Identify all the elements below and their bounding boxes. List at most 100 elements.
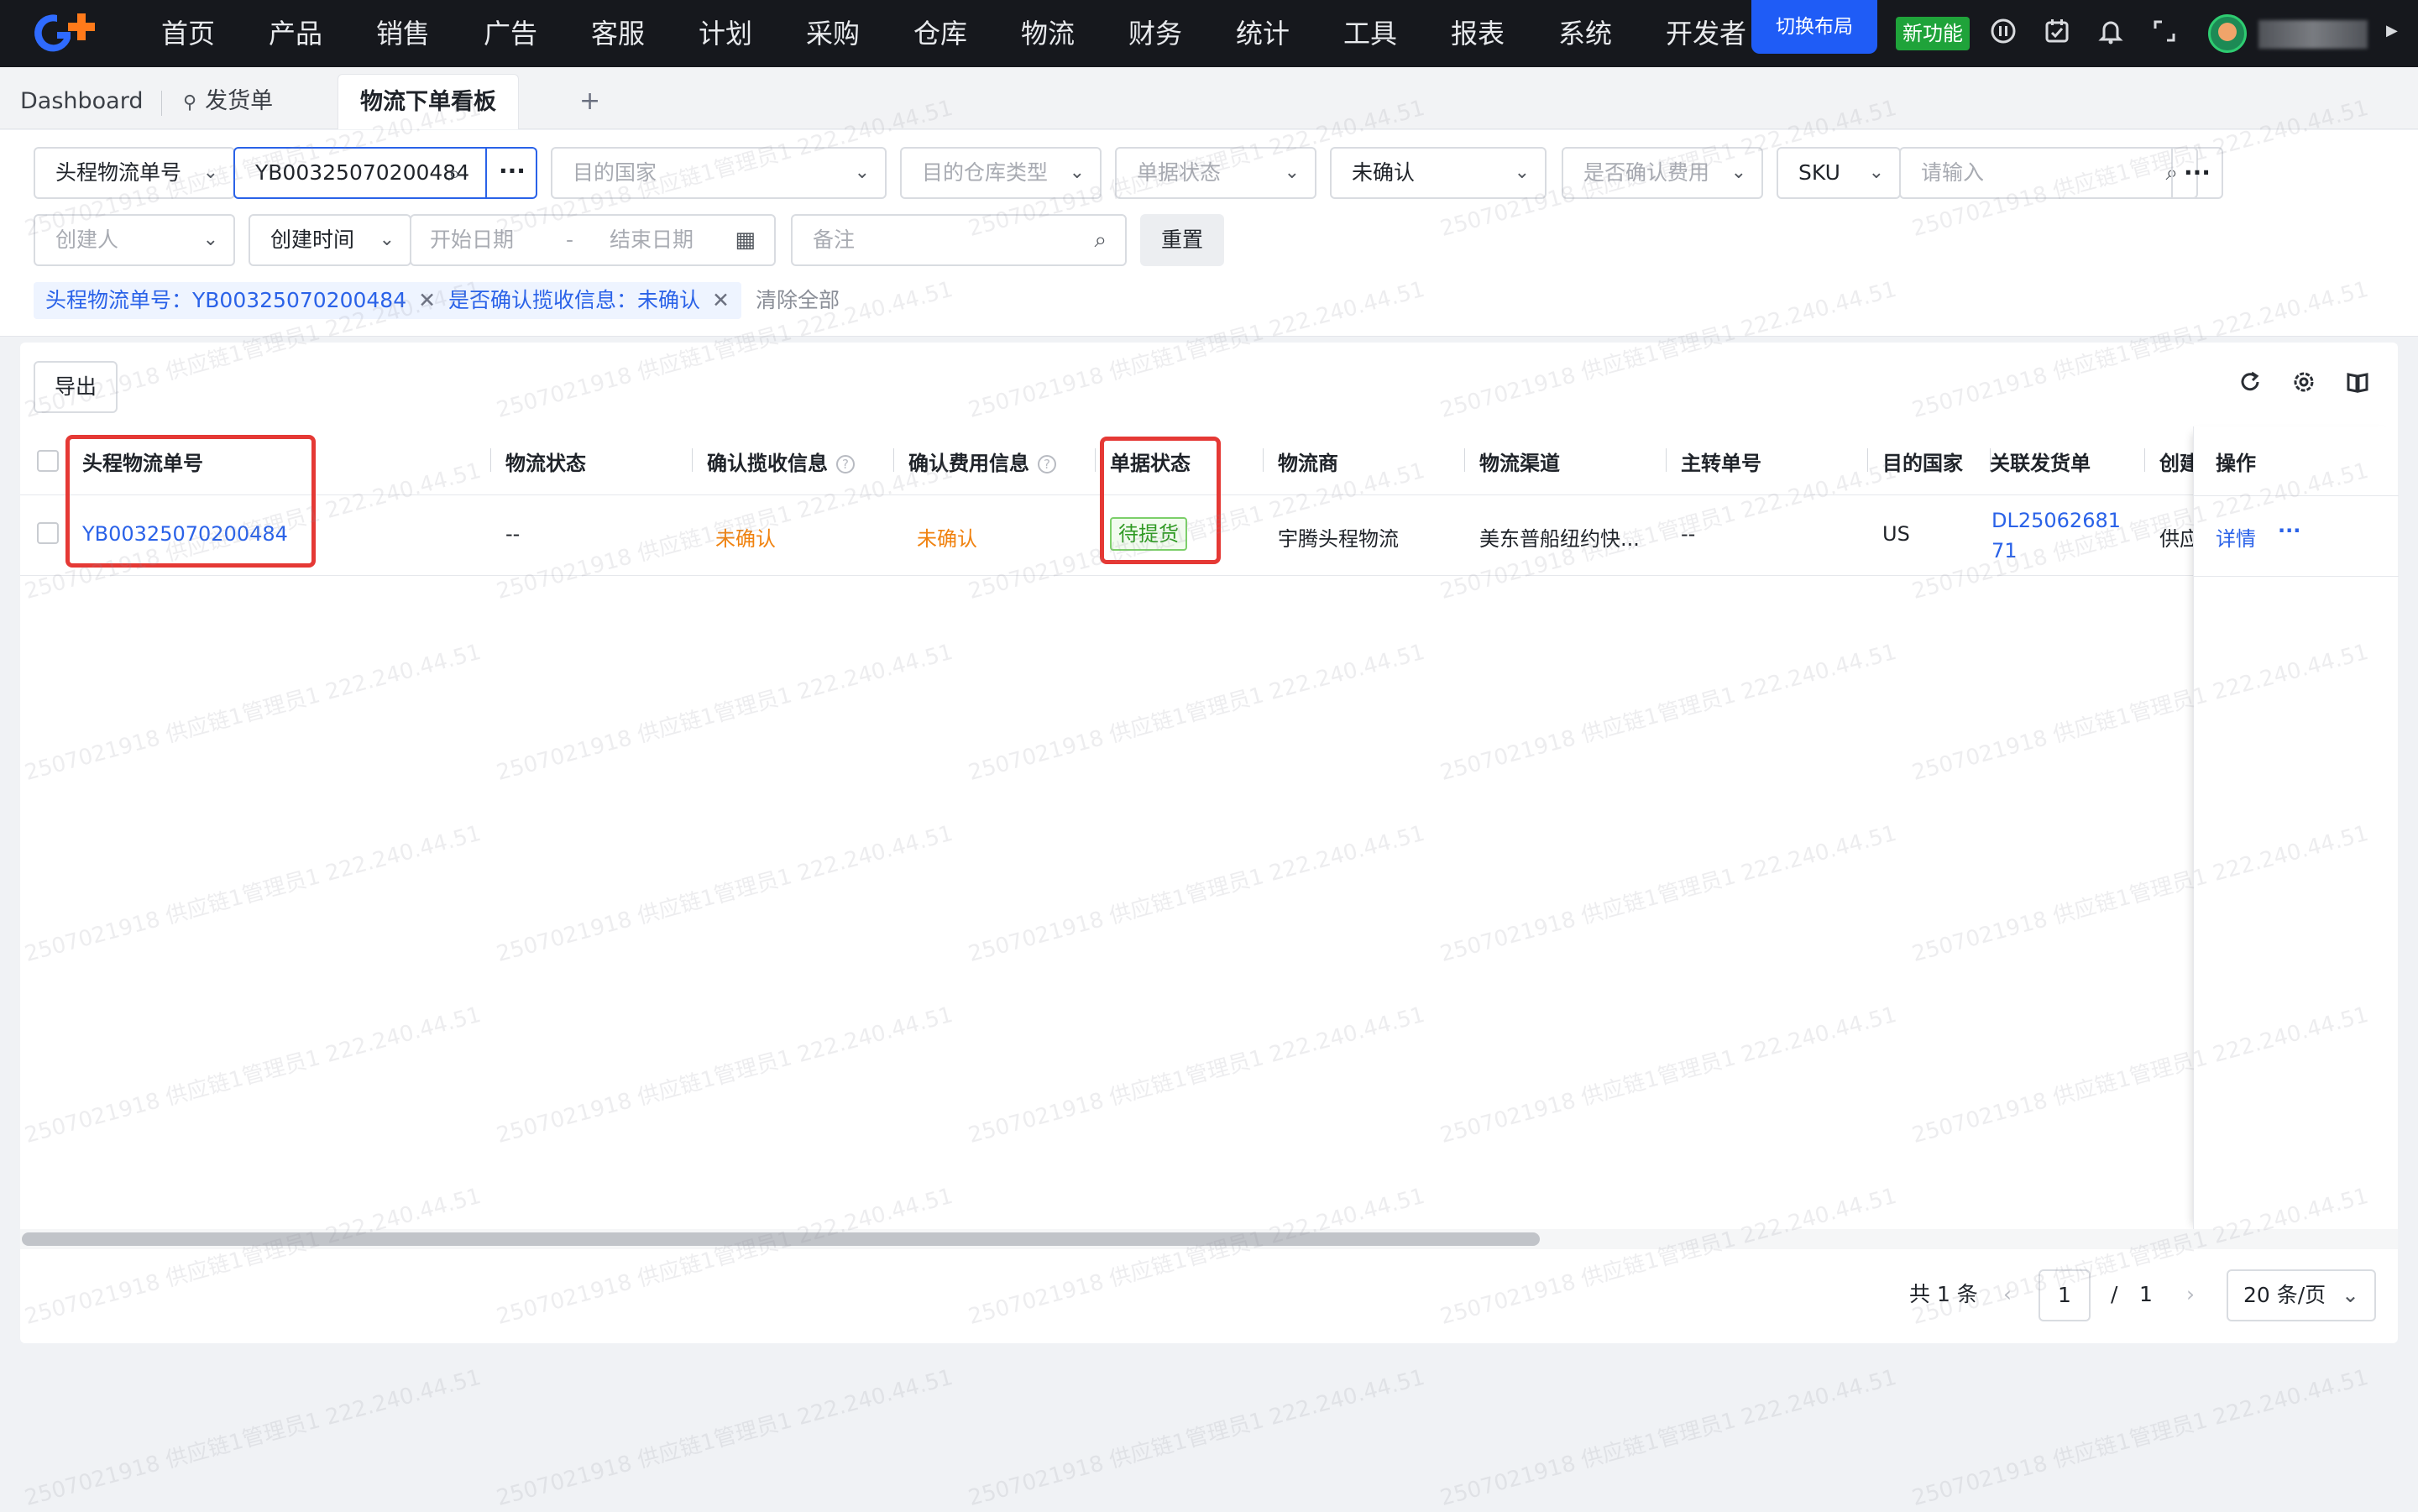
caret-right-icon[interactable]: ▶: [2386, 22, 2398, 39]
col-fee-confirm[interactable]: 确认费用信息?: [908, 447, 1056, 476]
sku-placeholder: 请输入: [1921, 160, 1985, 185]
tab-logistics-board[interactable]: 物流下单看板: [338, 74, 519, 129]
close-icon[interactable]: ✕: [418, 288, 436, 312]
sku-input[interactable]: 请输入 ⌕: [1899, 147, 2198, 199]
scrollbar-thumb[interactable]: [22, 1232, 1540, 1246]
nav-item-home[interactable]: 首页: [161, 17, 215, 50]
nav-item-reports[interactable]: 报表: [1451, 17, 1505, 50]
dest-country-placeholder: 目的国家: [573, 160, 657, 185]
tab-shipment-order[interactable]: ⚲ 发货单: [183, 74, 273, 129]
confirm-status-select[interactable]: 未确认 ⌄: [1330, 147, 1547, 199]
col-pickup-confirm[interactable]: 确认揽收信息?: [707, 447, 855, 476]
search-icon[interactable]: ⌕: [448, 149, 461, 198]
page-number-input[interactable]: 1: [2039, 1269, 2091, 1321]
nav-item-sales[interactable]: 销售: [376, 17, 430, 50]
switch-layout-button[interactable]: 切换布局: [1751, 0, 1877, 54]
active-filter-tag-label: 是否确认揽收信息：未确认: [448, 288, 701, 312]
reset-button[interactable]: 重置: [1140, 214, 1224, 266]
channel-cell: 美东普船纽约快...: [1479, 527, 1640, 551]
sku-type-select[interactable]: SKU ⌄: [1777, 147, 1901, 199]
nav-item-customer-service[interactable]: 客服: [591, 17, 645, 50]
close-icon[interactable]: ✕: [712, 288, 730, 312]
nav-item-warehouse[interactable]: 仓库: [913, 17, 967, 50]
end-date-placeholder[interactable]: 结束日期: [610, 216, 693, 264]
active-filter-tag-tracking: 头程物流单号：YB00325070200484 ✕: [34, 282, 448, 319]
sku-more-button[interactable]: ···: [2171, 147, 2223, 199]
nav-item-ads[interactable]: 广告: [484, 17, 537, 50]
row-checkbox[interactable]: [37, 522, 59, 544]
next-page-button[interactable]: ›: [2186, 1269, 2195, 1320]
user-avatar[interactable]: [2208, 14, 2247, 53]
remark-input[interactable]: 备注 ⌕: [791, 214, 1127, 266]
row-more-button[interactable]: ···: [2278, 519, 2300, 542]
creator-select[interactable]: 创建人 ⌄: [34, 214, 235, 266]
column-layout-icon[interactable]: [2341, 369, 2374, 403]
chevron-down-icon: ⌄: [854, 162, 870, 183]
nav-item-system[interactable]: 系统: [1558, 17, 1612, 50]
country-cell: US: [1882, 522, 1910, 546]
settings-icon[interactable]: [2287, 369, 2321, 403]
refresh-icon[interactable]: [2233, 369, 2267, 403]
clear-all-link[interactable]: 清除全部: [756, 282, 840, 319]
tab-dashboard[interactable]: Dashboard: [20, 74, 143, 129]
chevron-down-icon: ⌄: [1514, 162, 1530, 183]
col-creator[interactable]: 创建: [2159, 447, 2196, 476]
bell-icon[interactable]: [2094, 17, 2128, 50]
top-nav: 首页 产品 销售 广告 客服 计划 采购 仓库 物流 财务 统计 工具 报表 系…: [0, 0, 2418, 67]
shipment-link[interactable]: DL25062681 71: [1991, 505, 2121, 566]
column-divider: [893, 448, 894, 472]
col-logistics-status[interactable]: 物流状态: [505, 447, 586, 476]
highlight-box-status: [1100, 437, 1221, 564]
add-tab-button[interactable]: +: [579, 74, 600, 129]
doc-status-select[interactable]: 单据状态 ⌄: [1115, 147, 1316, 199]
page-size-select[interactable]: 20 条/页 ⌄: [2227, 1269, 2376, 1321]
total-count: 共 1 条: [1909, 1282, 1978, 1306]
fullscreen-icon[interactable]: [2148, 17, 2181, 50]
pickup-confirm-cell: 未确认: [715, 527, 776, 551]
col-carrier[interactable]: 物流商: [1278, 447, 1338, 476]
nav-item-developer[interactable]: 开发者: [1666, 17, 1746, 50]
app-logo[interactable]: [29, 10, 109, 57]
search-icon[interactable]: ⌕: [1094, 216, 1107, 264]
help-icon[interactable]: ?: [836, 455, 855, 473]
tracking-more-button[interactable]: ···: [485, 147, 537, 199]
date-type-select[interactable]: 创建时间 ⌄: [249, 214, 411, 266]
nav-item-tools[interactable]: 工具: [1343, 17, 1397, 50]
calendar-icon[interactable]: ▦: [735, 216, 756, 264]
fee-confirm-placeholder: 是否确认费用: [1583, 160, 1710, 185]
pin-icon[interactable]: ⚲: [183, 92, 196, 113]
col-master-no[interactable]: 主转单号: [1681, 447, 1761, 476]
nav-item-logistics[interactable]: 物流: [1021, 17, 1075, 50]
date-separator: -: [566, 228, 574, 252]
calendar-check-icon[interactable]: [2040, 17, 2074, 50]
tracking-type-select[interactable]: 头程物流单号 ⌄: [34, 147, 235, 199]
col-shipment[interactable]: 关联发货单: [1990, 447, 2091, 476]
fee-confirm-select[interactable]: 是否确认费用 ⌄: [1562, 147, 1763, 199]
nav-item-finance[interactable]: 财务: [1128, 17, 1182, 50]
operations-column: 操作 详情 ···: [2193, 426, 2399, 1232]
export-button[interactable]: 导出: [34, 361, 118, 413]
fee-confirm-cell: 未确认: [917, 527, 977, 551]
warehouse-type-select[interactable]: 目的仓库类型 ⌄: [900, 147, 1102, 199]
username-redacted[interactable]: [2258, 20, 2368, 49]
nav-item-statistics[interactable]: 统计: [1236, 17, 1290, 50]
date-range-picker[interactable]: 开始日期 - 结束日期 ▦: [410, 214, 776, 266]
watermark-text: 2507021918 供应链1管理员1 222.240.44.51: [966, 1364, 1428, 1512]
column-divider: [1464, 448, 1465, 472]
prev-page-button[interactable]: ‹: [2003, 1269, 2012, 1320]
nav-item-purchase[interactable]: 采购: [806, 17, 860, 50]
select-all-checkbox[interactable]: [37, 450, 59, 472]
pause-circle-icon[interactable]: [1986, 17, 2020, 50]
col-channel[interactable]: 物流渠道: [1479, 447, 1560, 476]
new-feature-button[interactable]: 新功能: [1896, 17, 1970, 50]
start-date-placeholder[interactable]: 开始日期: [430, 216, 514, 264]
nav-item-products[interactable]: 产品: [269, 17, 322, 50]
detail-link[interactable]: 详情: [2216, 522, 2256, 552]
help-icon[interactable]: ?: [1038, 455, 1056, 473]
tab-shipment-order-label: 发货单: [205, 88, 274, 114]
col-country[interactable]: 目的国家: [1882, 447, 1963, 476]
chevron-down-icon: ⌄: [202, 229, 218, 250]
watermark-text: 2507021918 供应链1管理员1 222.240.44.51: [1437, 1364, 1900, 1512]
dest-country-select[interactable]: 目的国家 ⌄: [551, 147, 887, 199]
nav-item-plan[interactable]: 计划: [699, 17, 752, 50]
